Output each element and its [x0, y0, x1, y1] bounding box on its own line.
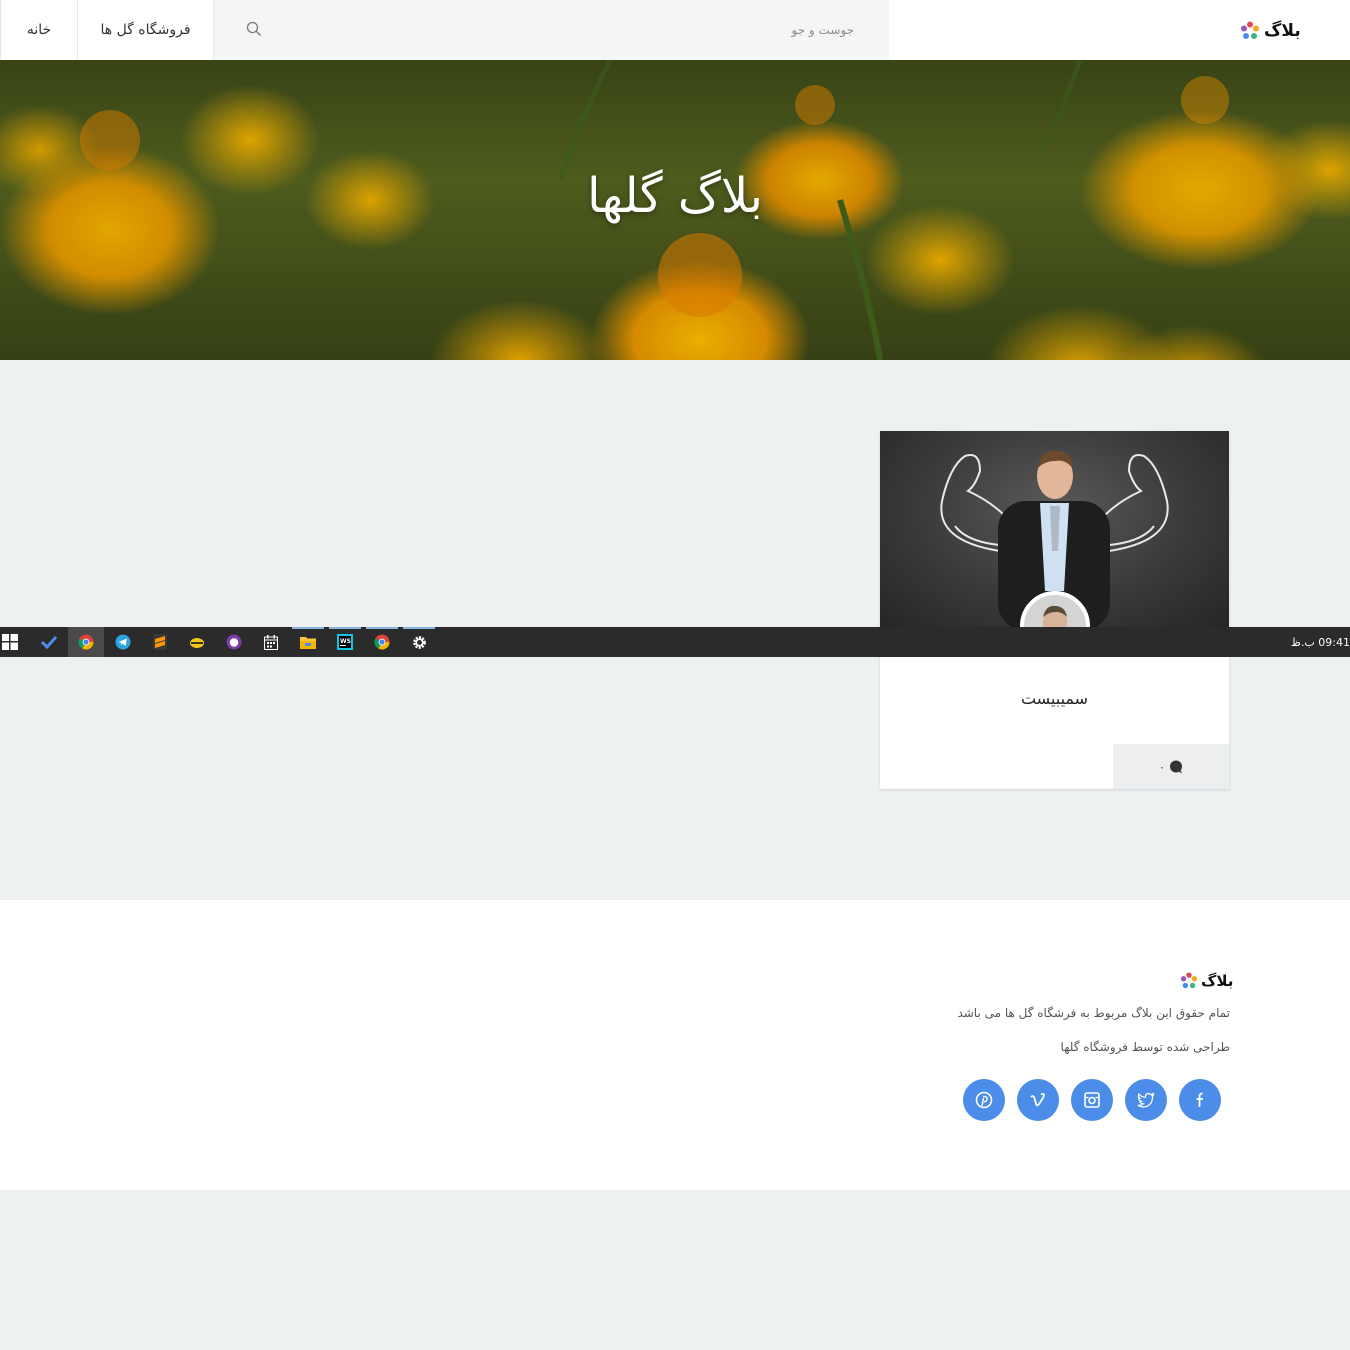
file-explorer-icon	[300, 637, 316, 649]
footer-brand-logo[interactable]: بلاگ	[1180, 972, 1233, 990]
taskbar-sublime[interactable]	[142, 627, 178, 657]
comment-count: ۰	[1158, 759, 1166, 774]
brand-text: بلاگ	[1264, 21, 1301, 41]
search-input[interactable]	[274, 12, 874, 48]
social-twitter-button[interactable]	[1125, 1079, 1167, 1121]
social-vimeo-button[interactable]	[1017, 1079, 1059, 1121]
nav-flower-shop-link[interactable]: فروشگاه گل ها	[78, 0, 214, 60]
top-navbar: خانه فروشگاه گل ها بلاگ	[0, 0, 1350, 60]
flower-logo-icon	[1180, 972, 1198, 989]
comment-icon	[1170, 760, 1183, 773]
nav-home-link[interactable]: خانه	[0, 0, 78, 60]
todo-check-icon	[41, 635, 57, 649]
windows-taskbar: WS 09:41 ب.ظ	[0, 627, 1350, 657]
taskbar-file-explorer[interactable]	[290, 627, 326, 657]
taskbar-webstorm[interactable]: WS	[327, 627, 363, 657]
hero-banner: بلاگ گلها	[0, 60, 1350, 360]
calendar-icon	[264, 634, 278, 650]
taskbar-chrome[interactable]	[68, 627, 104, 657]
webstorm-icon: WS	[337, 634, 353, 650]
hero-title: بلاگ گلها	[587, 168, 763, 224]
taskbar-todo[interactable]	[31, 627, 67, 657]
taskbar-clock[interactable]: 09:41 ب.ظ	[1291, 627, 1350, 657]
footer-copyright: تمام حقوق این بلاگ مربوط به فرشگاه گل ها…	[957, 1006, 1230, 1020]
post-comments[interactable]: ۰	[1113, 744, 1229, 789]
site-footer: بلاگ تمام حقوق این بلاگ مربوط به فرشگاه …	[0, 900, 1350, 1190]
footer-designed-by: طراحی شده توسط فروشگاه گلها	[1060, 1040, 1230, 1054]
taskbar-chrome-2[interactable]	[364, 627, 400, 657]
post-title[interactable]: سمیبیست	[880, 689, 1229, 708]
yellow-app-icon	[190, 638, 204, 648]
taskbar-app-purple[interactable]	[216, 627, 252, 657]
telegram-icon	[115, 634, 131, 650]
taskbar-settings[interactable]	[401, 627, 437, 657]
brand-logo[interactable]: بلاگ	[1240, 18, 1301, 44]
social-instagram-button[interactable]	[1071, 1079, 1113, 1121]
facebook-icon	[1196, 1092, 1203, 1107]
taskbar-calendar[interactable]	[253, 627, 289, 657]
post-card[interactable]: سمیبیست ۰	[880, 431, 1229, 789]
social-pinterest-button[interactable]	[963, 1079, 1005, 1121]
taskbar-app-yellow[interactable]	[179, 627, 215, 657]
chrome-icon	[78, 634, 94, 650]
taskbar-telegram[interactable]	[105, 627, 141, 657]
pinterest-icon	[975, 1091, 993, 1109]
chrome-icon	[374, 634, 390, 650]
purple-app-icon	[226, 634, 242, 650]
vimeo-icon	[1030, 1092, 1045, 1107]
settings-gear-icon	[412, 635, 426, 649]
social-facebook-button[interactable]	[1179, 1079, 1221, 1121]
twitter-icon	[1137, 1092, 1155, 1108]
windows-start-icon	[2, 634, 18, 650]
search-box	[214, 0, 889, 60]
sublime-text-icon	[153, 634, 167, 650]
start-button[interactable]	[0, 627, 28, 657]
search-icon[interactable]	[246, 21, 262, 37]
flower-logo-icon	[1241, 21, 1259, 39]
svg-text:WS: WS	[340, 638, 351, 645]
footer-brand-text: بلاگ	[1201, 972, 1234, 990]
instagram-icon	[1084, 1092, 1100, 1108]
